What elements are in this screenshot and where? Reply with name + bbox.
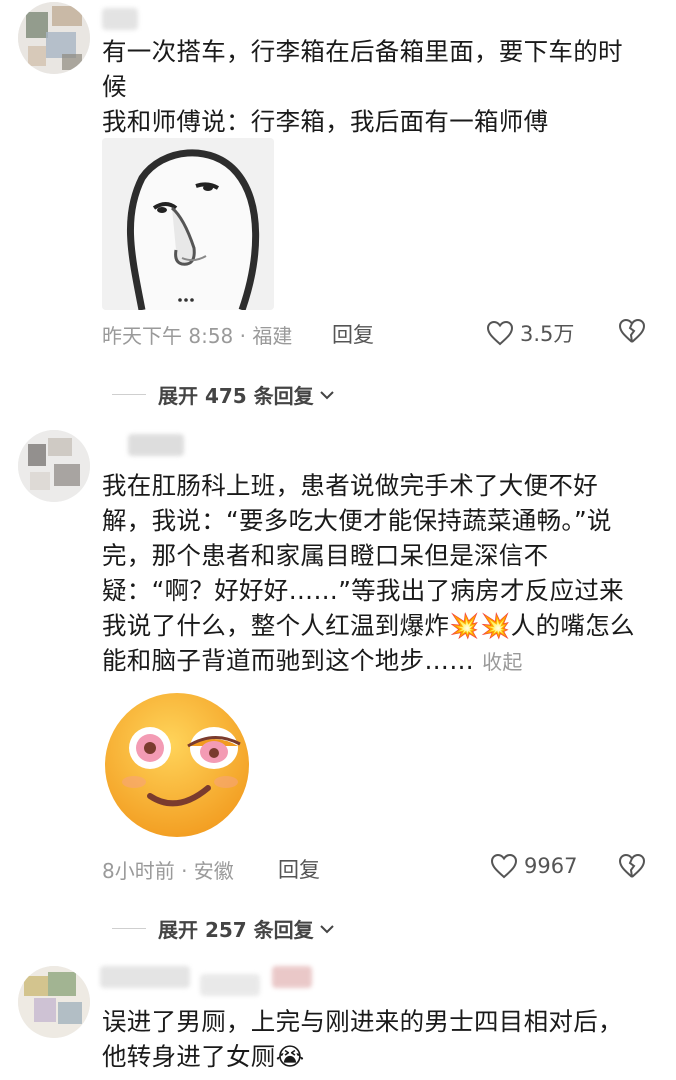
heart-icon (490, 853, 518, 879)
like-count: 3.5万 (520, 322, 575, 346)
username-redacted (200, 974, 260, 996)
dislike-button[interactable] (618, 318, 646, 348)
broken-heart-icon (618, 318, 646, 343)
comment-sticker[interactable] (102, 138, 274, 310)
expand-replies-label: 展开 475 条回复 (158, 384, 314, 408)
collapse-button[interactable]: 收起 (482, 650, 523, 674)
avatar[interactable] (18, 2, 90, 74)
like-button[interactable]: 9967 (490, 853, 577, 879)
expand-replies-button[interactable]: 展开 257 条回复 (112, 914, 336, 943)
expand-replies-button[interactable]: 展开 475 条回复 (112, 380, 336, 409)
reply-button[interactable]: 回复 (332, 319, 374, 349)
avatar[interactable] (18, 430, 90, 502)
username-redacted (100, 966, 190, 988)
username-redacted (102, 8, 138, 30)
chevron-down-icon (319, 390, 334, 399)
comment-text: 有一次搭车，行李箱在后备箱里面，要下车的时候 我和师傅说：行李箱，我后面有一箱师… (102, 37, 623, 136)
chevron-down-icon (319, 924, 334, 933)
comment-body: 我在肛肠科上班，患者说做完手术了大便不好解，我说：“要多吃大便才能保持蔬菜通畅。… (102, 471, 635, 675)
divider (112, 394, 146, 395)
comment-text: 误进了男厕，上完与刚进来的男士四目相对后，他转身进了女厕😭 (102, 1007, 623, 1071)
comment-time-location: 8小时前 · 安徽 (102, 859, 234, 883)
broken-heart-icon (618, 853, 646, 878)
comment-sticker[interactable] (102, 690, 252, 840)
like-button[interactable]: 3.5万 (486, 318, 574, 348)
blushing-emoji-sticker-icon (105, 693, 249, 837)
like-count: 9967 (524, 854, 578, 878)
expand-replies-label: 展开 257 条回复 (158, 918, 314, 942)
comment-text: 我在肛肠科上班，患者说做完手术了大便不好解，我说：“要多吃大便才能保持蔬菜通畅。… (102, 468, 642, 680)
divider (112, 928, 146, 929)
sketch-face-sticker-icon (102, 138, 274, 310)
comment-time-location: 昨天下午 8:58 · 福建 (102, 324, 293, 348)
dislike-button[interactable] (618, 853, 646, 883)
reply-button[interactable]: 回复 (278, 854, 320, 884)
username-redacted (272, 966, 312, 988)
heart-icon (486, 320, 514, 346)
avatar[interactable] (18, 966, 90, 1038)
username-redacted (128, 434, 184, 456)
